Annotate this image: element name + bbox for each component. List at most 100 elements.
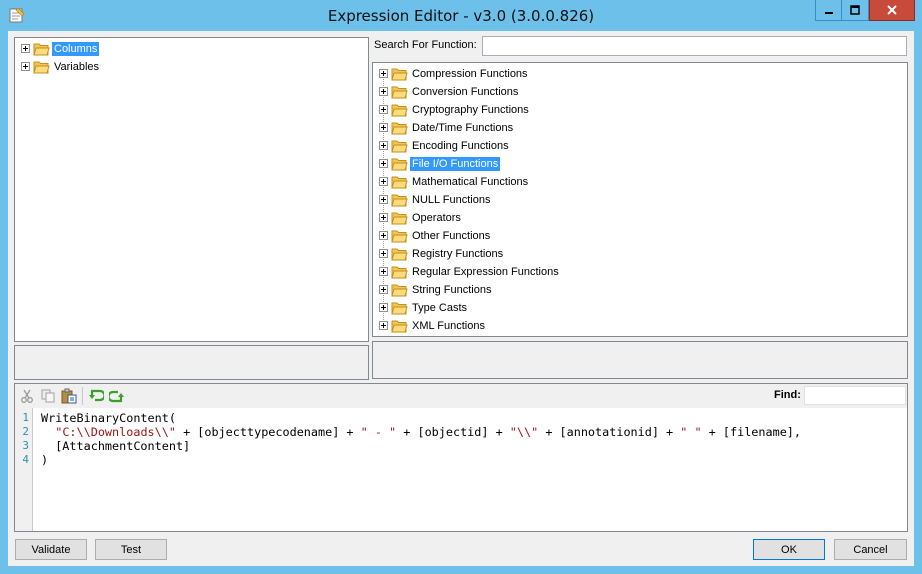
function-category-label: Conversion Functions	[412, 85, 519, 98]
title-bar[interactable]: Expression Editor - v3.0 (3.0.0.826)	[0, 0, 922, 31]
expand-icon[interactable]	[379, 105, 388, 114]
function-category-label: NULL Functions	[412, 193, 491, 206]
code-string-literal: " "	[680, 425, 702, 439]
search-function-label: Search For Function:	[374, 39, 477, 51]
folder-icon	[391, 302, 408, 314]
function-category-label: File I/O Functions	[410, 156, 501, 171]
code-token: + [objectid] +	[396, 425, 510, 439]
folder-icon	[391, 266, 408, 278]
window-title: Expression Editor - v3.0 (3.0.0.826)	[327, 7, 595, 25]
function-category-item[interactable]: Operators	[379, 209, 463, 226]
folder-icon	[391, 122, 408, 134]
expand-icon[interactable]	[379, 177, 388, 186]
function-category-item[interactable]: Mathematical Functions	[379, 173, 530, 190]
expand-icon[interactable]	[379, 123, 388, 132]
function-category-label: Compression Functions	[412, 67, 528, 80]
code-token: [AttachmentContent]	[41, 439, 191, 453]
close-button[interactable]	[869, 0, 915, 21]
functions-tree[interactable]: Compression Functions Conversion Function…	[372, 62, 908, 337]
tree-item-variables[interactable]: Variables	[21, 58, 101, 75]
function-category-label: Registry Functions	[412, 247, 504, 260]
code-string-literal: "\\"	[509, 425, 539, 439]
cut-button[interactable]	[18, 387, 36, 405]
code-editor[interactable]: Find: 1 2 3 4 WriteBinaryContent( "C:\\D…	[14, 383, 908, 532]
paste-button[interactable]	[60, 387, 78, 405]
folder-icon	[391, 140, 408, 152]
folder-icon	[391, 194, 408, 206]
function-category-item[interactable]: XML Functions	[379, 317, 487, 334]
paste-icon	[61, 388, 77, 404]
code-token: WriteBinaryContent(	[41, 411, 176, 425]
expand-icon[interactable]	[21, 44, 30, 53]
function-category-item[interactable]: NULL Functions	[379, 191, 492, 208]
cancel-button[interactable]: Cancel	[834, 539, 907, 560]
code-token: + [filename],	[701, 425, 802, 439]
maximize-button[interactable]	[842, 0, 869, 21]
folder-icon	[391, 104, 408, 116]
search-function-input[interactable]	[482, 36, 907, 56]
expand-icon[interactable]	[379, 231, 388, 240]
editor-toolbar: Find:	[15, 384, 907, 408]
expand-icon[interactable]	[379, 141, 388, 150]
minimize-icon	[824, 12, 833, 14]
copy-icon	[41, 389, 55, 403]
code-line: WriteBinaryContent(	[41, 411, 176, 425]
test-button[interactable]: Test	[95, 539, 167, 560]
function-category-item[interactable]: Compression Functions	[379, 65, 530, 82]
code-line: )	[41, 453, 48, 467]
code-string-literal: " - "	[360, 425, 397, 439]
expand-icon[interactable]	[379, 267, 388, 276]
function-category-item[interactable]: Date/Time Functions	[379, 119, 515, 136]
expand-icon[interactable]	[379, 321, 388, 330]
find-input[interactable]	[804, 386, 906, 405]
redo-button[interactable]	[108, 387, 126, 405]
copy-button[interactable]	[39, 387, 57, 405]
function-category-label: Regular Expression Functions	[412, 265, 559, 278]
tree-item-label: Columns	[52, 41, 100, 56]
function-category-label: Encoding Functions	[412, 139, 509, 152]
function-category-item[interactable]: Conversion Functions	[379, 83, 520, 100]
expand-icon[interactable]	[379, 303, 388, 312]
expand-icon[interactable]	[21, 62, 30, 71]
expand-icon[interactable]	[379, 159, 388, 168]
ok-button[interactable]: OK	[753, 539, 825, 560]
function-category-item[interactable]: Cryptography Functions	[379, 101, 531, 118]
function-category-label: Mathematical Functions	[412, 175, 529, 188]
tree-item-columns[interactable]: Columns	[21, 40, 100, 57]
validate-button[interactable]: Validate	[15, 539, 87, 560]
minimize-button[interactable]	[815, 0, 842, 21]
code-token: + [annotationid] +	[538, 425, 681, 439]
maximize-icon	[850, 5, 860, 15]
expand-icon[interactable]	[379, 87, 388, 96]
cut-icon	[21, 389, 33, 403]
undo-button[interactable]	[87, 387, 105, 405]
function-category-label: Cryptography Functions	[412, 103, 529, 116]
folder-icon	[391, 248, 408, 260]
folder-icon	[391, 230, 408, 242]
function-category-item[interactable]: Regular Expression Functions	[379, 263, 561, 280]
variables-tree[interactable]: Columns Variables	[14, 37, 369, 342]
code-token: + [objecttypecodename] +	[175, 425, 361, 439]
variables-description-panel	[14, 345, 369, 380]
folder-icon	[33, 43, 50, 55]
code-line: [AttachmentContent]	[41, 439, 190, 453]
function-category-item[interactable]: File I/O Functions	[379, 155, 501, 172]
function-category-item[interactable]: Encoding Functions	[379, 137, 511, 154]
expand-icon[interactable]	[379, 195, 388, 204]
function-category-item[interactable]: Registry Functions	[379, 245, 505, 262]
folder-icon	[391, 284, 408, 296]
expand-icon[interactable]	[379, 213, 388, 222]
code-token: )	[41, 453, 49, 467]
expand-icon[interactable]	[379, 285, 388, 294]
code-text-area[interactable]: WriteBinaryContent( "C:\\Downloads\\" + …	[15, 411, 907, 531]
folder-icon	[391, 176, 408, 188]
redo-icon	[109, 390, 124, 403]
expand-icon[interactable]	[379, 69, 388, 78]
folder-icon	[391, 86, 408, 98]
expand-icon[interactable]	[379, 249, 388, 258]
tree-item-label: Variables	[54, 60, 100, 73]
function-category-item[interactable]: Type Casts	[379, 299, 469, 316]
function-category-item[interactable]: Other Functions	[379, 227, 492, 244]
function-category-item[interactable]: String Functions	[379, 281, 493, 298]
